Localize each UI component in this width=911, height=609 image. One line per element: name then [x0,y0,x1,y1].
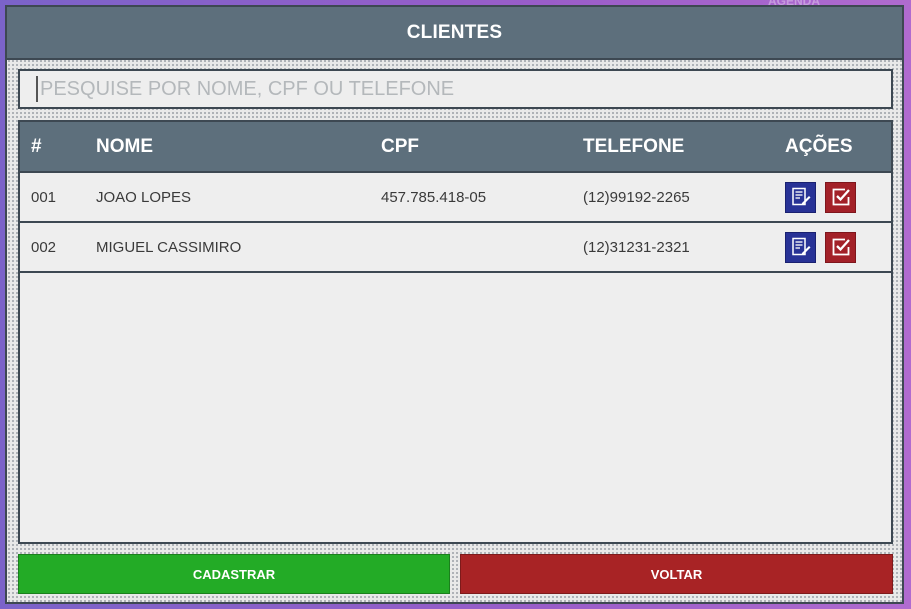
cell-cpf: 457.785.418-05 [381,188,487,206]
confirm-button[interactable] [825,231,856,263]
edit-button[interactable] [785,181,816,213]
cell-acoes [785,231,891,263]
cell-telefone: (12)31231-2321 [583,238,690,256]
cell-acoes [785,181,891,213]
table-row[interactable]: 002 MIGUEL CASSIMIRO (12)31231-2321 [20,223,891,273]
actions-bar: CADASTRAR VOLTAR [18,554,893,594]
dialog-title: CLIENTES [7,7,902,60]
search-input[interactable] [36,76,891,102]
edit-button[interactable] [785,231,816,263]
header-num: # [31,135,42,157]
table-row[interactable]: 001 JOAO LOPES 457.785.418-05 (12)99192-… [20,173,891,223]
cell-num: 002 [31,238,57,256]
header-acoes: AÇÕES [785,135,853,157]
cell-num: 001 [31,188,57,206]
confirm-button[interactable] [825,181,856,213]
cell-telefone: (12)99192-2265 [583,188,690,206]
header-telefone: TELEFONE [583,135,685,157]
check-square-icon [832,238,850,256]
edit-document-icon [791,237,810,256]
cell-nome: JOAO LOPES [96,188,192,206]
edit-document-icon [791,187,810,206]
search-box[interactable] [18,69,893,109]
clientes-dialog: CLIENTES # NOME CPF TELEFONE AÇÕES 001 J… [5,5,904,604]
table-header: # NOME CPF TELEFONE AÇÕES [20,122,891,173]
clients-table: # NOME CPF TELEFONE AÇÕES 001 JOAO LOPES… [18,120,893,544]
header-nome: NOME [96,135,153,157]
cell-nome: MIGUEL CASSIMIRO [96,238,242,256]
cadastrar-button[interactable]: CADASTRAR [18,554,450,594]
header-cpf: CPF [381,135,419,157]
check-square-icon [832,188,850,206]
voltar-button[interactable]: VOLTAR [460,554,893,594]
